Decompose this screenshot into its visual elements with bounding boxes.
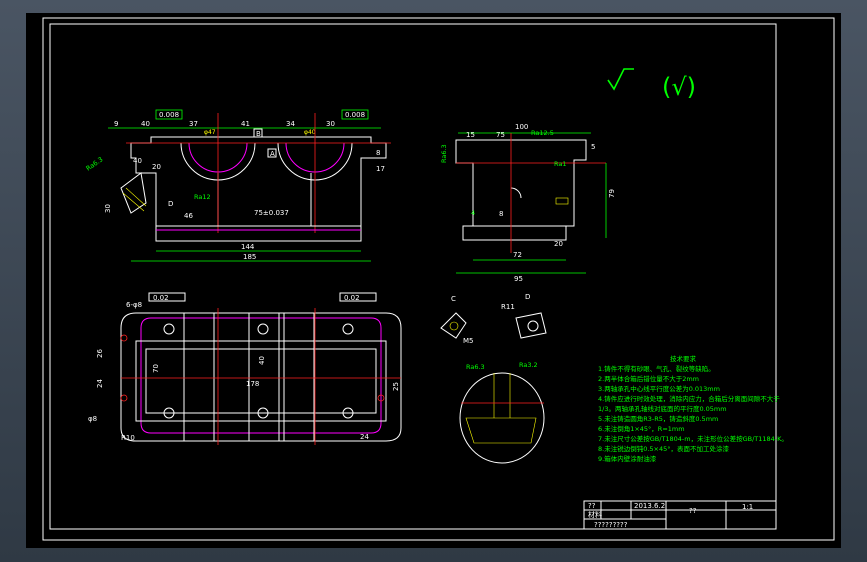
roughness-12: Ra12 [194,193,211,201]
radius-r10: R10 [121,434,135,442]
title-cell-1: ?? [588,502,596,510]
technical-notes: 技术要求 1.铸件不得有砂眼、气孔、裂纹等缺陷。 2.两半体合箱后错位量不大于2… [598,354,788,463]
dim-26a: 26 [96,349,104,358]
note-line-5: 1/3。两轴承孔轴线对底面的平行度0.05mm [598,404,727,413]
note-line-4: 4.铸件应进行时效处理，消除内应力，合箱后分离面间隙不大于 [598,394,780,403]
dim-misc-3: 17 [376,165,385,173]
dim-top-4: 34 [286,120,295,128]
detail-d-label: D [525,293,530,301]
dim-top-1: 40 [141,120,150,128]
note-line-10: 9.箱体内壁涂耐油漆 [598,454,657,463]
dim-75-side: 75 [496,131,505,139]
dim-4: 4 [471,209,475,217]
dim-24b: 24 [360,433,369,441]
roughness-symbol-icon: (√) [607,68,696,101]
tolerance-value-left: 0.008 [159,111,179,119]
detail-views: C D M5 R11 Ra6.3 Ra3.2 [440,293,547,464]
detail-d-callout: D [168,200,173,208]
dim-5: 5 [591,143,595,151]
base-plate-outline [120,312,402,442]
hole-count-label: 6-φ8 [126,301,142,309]
dim-40: 40 [258,356,266,365]
roughness-detail-a: Ra6.3 [466,363,485,371]
dim-top-0: 9 [114,120,118,128]
thread-m5: M5 [463,337,474,345]
detail-d-shape [515,312,547,339]
top-view: 0.02 0.02 6-φ8 26 24 70 40 178 25 24 φ8 … [88,292,402,445]
dim-8: 8 [499,210,503,218]
phi-label-2: φ40 [304,129,316,136]
title-name: ?? [689,507,697,515]
note-line-1: 1.铸件不得有砂眼、气孔、裂纹等缺陷。 [598,364,715,373]
dim-79: 79 [608,189,616,198]
note-line-3: 3.两轴承孔中心线平行度公差为0.013mm [598,384,720,393]
dim-100: 100 [515,123,528,131]
dim-72: 72 [513,251,522,259]
dim-144: 144 [241,243,255,251]
detail-c-label: C [451,295,456,303]
title-block: ?? 2013.6.2 ?? 1:1 材料 ????????? [583,500,777,530]
dim-15: 15 [466,131,475,139]
outer-border [42,17,835,541]
dim-30: 30 [104,204,112,213]
roughness-inner: Ra1 [554,160,567,168]
dim-185: 185 [243,253,256,261]
dim-top-5: 30 [326,120,335,128]
dim-phi-8: φ8 [88,415,97,423]
dim-25: 25 [392,382,400,391]
roughness-detail-b: Ra3.2 [519,361,538,369]
title-footer: ????????? [594,521,628,529]
roughness-left: Ra6.3 [85,155,105,172]
dim-24a: 24 [96,379,104,388]
dim-75: 75±0.037 [254,209,289,217]
dim-70: 70 [152,364,160,373]
tolerance-value-right: 0.008 [345,111,365,119]
dim-misc-2: 8 [376,149,380,157]
dim-20: 20 [554,240,563,248]
note-line-2: 2.两半体合箱后错位量不大于2mm [598,374,699,383]
notes-heading: 技术要求 [670,354,697,363]
tolerance-top-left: 0.02 [153,294,169,302]
dim-95: 95 [514,275,523,283]
note-line-6: 5.未注铸造圆角R3-R5，铸造斜度0.5mm [598,414,718,423]
cad-drawing: (√) 0.008 0.008 9 40 37 41 34 30 φ47 φ40… [42,17,835,541]
drawing-canvas[interactable]: (√) 0.008 0.008 9 40 37 41 34 30 φ47 φ40… [26,13,841,548]
side-view: 100 15 75 Ra12.5 Ra6.3 Ra1 5 79 4 8 20 7… [440,123,616,283]
tolerance-top-right: 0.02 [344,294,360,302]
roughness-top: Ra12.5 [531,129,554,137]
note-line-9: 8.未注锐边倒钝0.5×45°，表面不加工处涂漆 [598,444,730,453]
front-view: 0.008 0.008 9 40 37 41 34 30 φ47 φ40 B A… [85,109,391,262]
dim-misc-0: 40 [133,157,142,165]
dim-46: 46 [184,212,193,220]
note-line-7: 6.未注倒角1×45°，R=1mm [598,424,685,433]
roughness-side: Ra6.3 [440,144,448,163]
phi-label-1: φ47 [204,129,216,136]
title-scale: 1:1 [742,503,753,511]
detail-c-shape [440,312,467,339]
title-date: 2013.6.2 [634,502,665,510]
dim-178: 178 [246,380,259,388]
note-line-8: 7.未注尺寸公差按GB/T1804-m，未注形位公差按GB/T1184-K。 [598,434,788,443]
dim-misc-1: 20 [152,163,161,171]
dim-top-3: 41 [241,120,250,128]
datum-a: A [270,150,275,158]
radius-r11: R11 [501,303,515,311]
title-material: 材料 [588,510,602,519]
roughness-symbol-text: (√) [662,73,696,101]
side-outline [455,139,587,241]
dim-top-2: 37 [189,120,198,128]
